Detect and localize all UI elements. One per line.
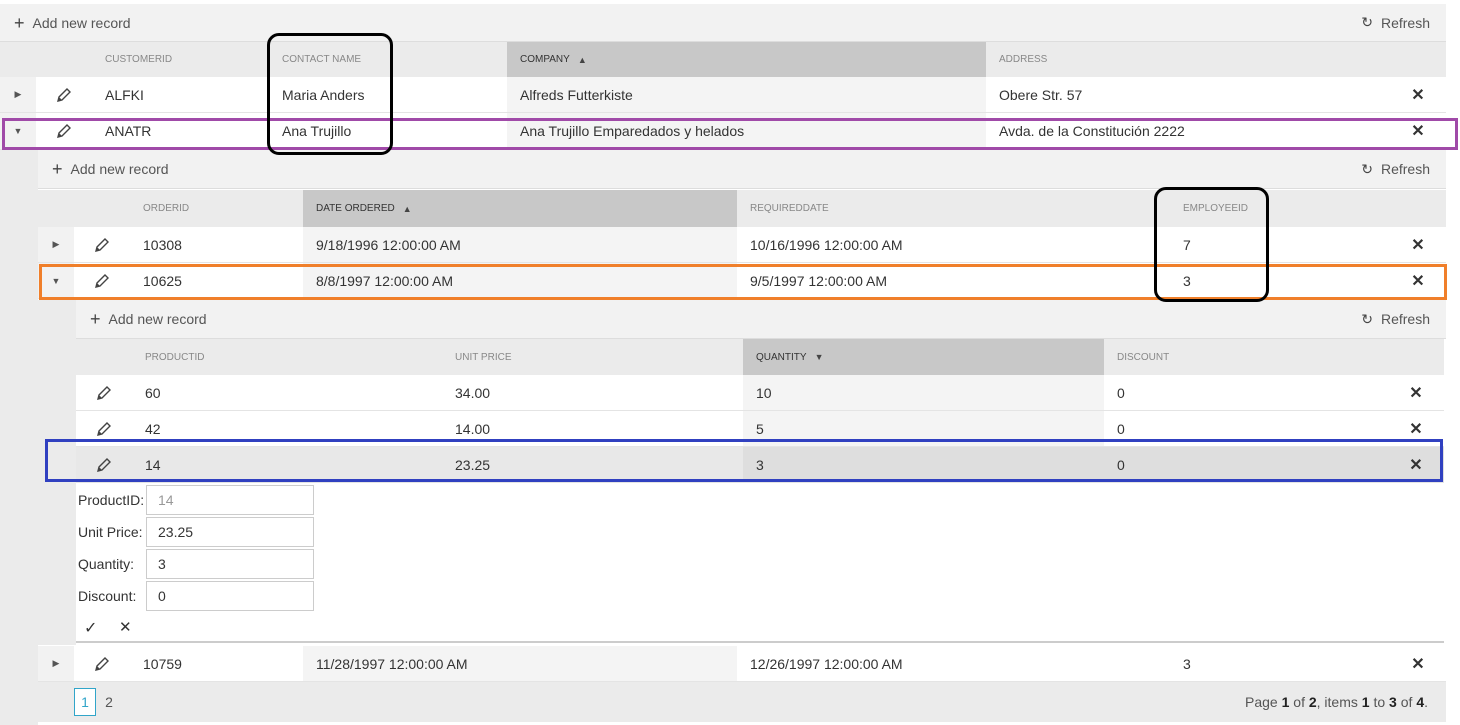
order-row[interactable]: ▼ 10625 8/8/1997 12:00:00 AM 9/5/1997 12… — [38, 263, 1446, 299]
triangle-right-icon[interactable]: ▶ — [0, 77, 36, 112]
plus-icon: + — [90, 309, 101, 329]
col-orderid[interactable]: ORDERID — [130, 190, 303, 227]
refresh-customers-button[interactable]: ↻ Refresh — [1361, 14, 1430, 31]
triangle-down-icon[interactable]: ▼ — [0, 113, 36, 149]
pencil-icon[interactable] — [50, 113, 78, 149]
add-customer-button[interactable]: + Add new record — [14, 14, 131, 32]
orders-header: ORDERID DATE ORDERED ▲ REQUIREDDATE EMPLO… — [38, 190, 1446, 227]
detail-row[interactable]: 42 14.00 5 0 ✕ — [76, 411, 1444, 447]
triangle-right-icon[interactable]: ▶ — [38, 646, 74, 681]
pencil-icon[interactable] — [90, 375, 118, 410]
sort-desc-icon: ▼ — [814, 352, 824, 362]
pencil-icon[interactable] — [50, 77, 78, 112]
page-2-button[interactable]: 2 — [98, 688, 120, 716]
col-company[interactable]: COMPANY ▲ — [507, 42, 986, 77]
plus-icon: + — [14, 12, 25, 33]
pager-info: Page 1 of 2, items 1 to 3 of 4. — [1245, 694, 1428, 710]
pencil-icon[interactable] — [90, 411, 118, 446]
refresh-icon: ↻ — [1361, 160, 1373, 177]
cancel-close-icon[interactable]: ✕ — [119, 618, 132, 636]
close-icon[interactable]: ✕ — [1402, 411, 1430, 446]
close-icon[interactable]: ✕ — [1404, 113, 1432, 149]
check-icon[interactable]: ✓ — [84, 618, 97, 638]
close-icon[interactable]: ✕ — [1404, 263, 1432, 298]
add-order-button[interactable]: + Add new record — [52, 160, 169, 178]
order-row[interactable]: ▶ 10759 11/28/1997 12:00:00 AM 12/26/199… — [38, 646, 1446, 682]
col-employeeid[interactable]: EMPLOYEEID — [1170, 190, 1446, 227]
triangle-right-icon[interactable]: ▶ — [38, 227, 74, 262]
hierarchy-cell — [0, 150, 38, 725]
col-discount[interactable]: DISCOUNT — [1104, 339, 1444, 375]
productid-field[interactable] — [146, 485, 314, 515]
details-header: PRODUCTID UNIT PRICE QUANTITY ▼ DISCOUNT — [76, 339, 1444, 375]
pager: 1 2 Page 1 of 2, items 1 to 3 of 4. — [38, 682, 1446, 722]
discount-field[interactable] — [146, 581, 314, 611]
hierarchy-cell — [38, 300, 76, 645]
col-requireddate[interactable]: REQUIREDDATE — [737, 190, 1170, 227]
pencil-icon[interactable] — [88, 227, 116, 262]
close-icon[interactable]: ✕ — [1404, 77, 1432, 112]
quantity-field[interactable] — [146, 549, 314, 579]
customers-header: CUSTOMERID CONTACT NAME COMPANY ▲ ADDRESS — [0, 42, 1446, 77]
unitprice-field[interactable] — [146, 517, 314, 547]
page-1-button[interactable]: 1 — [74, 688, 96, 716]
quantity-form-row: Quantity: — [78, 549, 314, 579]
col-customerid[interactable]: CUSTOMERID — [92, 42, 269, 77]
close-icon[interactable]: ✕ — [1402, 375, 1430, 410]
col-dateordered[interactable]: DATE ORDERED ▲ — [303, 190, 737, 227]
sort-asc-icon: ▲ — [402, 203, 412, 214]
customers-toolbar: + Add new record ↻ Refresh — [0, 4, 1446, 42]
customer-row[interactable]: ▼ ANATR Ana Trujillo Ana Trujillo Empare… — [0, 113, 1446, 150]
unitprice-form-row: Unit Price: — [78, 517, 314, 547]
pencil-icon[interactable] — [88, 646, 116, 681]
discount-form-row: Discount: — [78, 581, 314, 611]
refresh-details-button[interactable]: ↻ Refresh — [1361, 311, 1430, 328]
col-unitprice[interactable]: UNIT PRICE — [442, 339, 743, 375]
col-contactname[interactable]: CONTACT NAME — [269, 42, 507, 77]
sort-asc-icon: ▲ — [577, 54, 587, 65]
close-icon[interactable]: ✕ — [1404, 646, 1432, 681]
close-icon[interactable]: ✕ — [1402, 447, 1430, 482]
pencil-icon[interactable] — [88, 263, 116, 298]
pencil-icon[interactable] — [90, 447, 118, 482]
orders-toolbar: + Add new record ↻ Refresh — [38, 150, 1446, 189]
col-quantity[interactable]: QUANTITY ▼ — [743, 339, 1104, 375]
order-row[interactable]: ▶ 10308 9/18/1996 12:00:00 AM 10/16/1996… — [38, 227, 1446, 263]
productid-form-row: ProductID: — [78, 485, 314, 515]
refresh-icon: ↻ — [1361, 14, 1373, 30]
col-address[interactable]: ADDRESS — [986, 42, 1446, 77]
plus-icon: + — [52, 159, 63, 179]
triangle-down-icon[interactable]: ▼ — [38, 263, 74, 298]
details-toolbar: + Add new record ↻ Refresh — [76, 300, 1446, 339]
detail-row[interactable]: 60 34.00 10 0 ✕ — [76, 375, 1444, 411]
refresh-icon: ↻ — [1361, 310, 1373, 327]
add-detail-button[interactable]: + Add new record — [90, 310, 207, 328]
close-icon[interactable]: ✕ — [1404, 227, 1432, 262]
detail-row-selected[interactable]: 14 23.25 3 0 ✕ — [76, 447, 1444, 483]
refresh-orders-button[interactable]: ↻ Refresh — [1361, 161, 1430, 178]
customer-row[interactable]: ▶ ALFKI Maria Anders Alfreds Futterkiste… — [0, 77, 1446, 113]
col-productid[interactable]: PRODUCTID — [132, 339, 442, 375]
